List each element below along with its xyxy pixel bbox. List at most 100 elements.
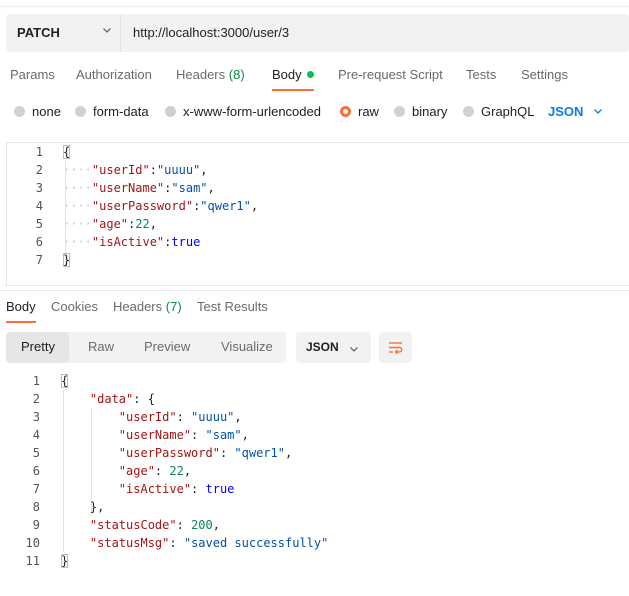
method-select[interactable]: PATCH	[6, 14, 121, 52]
code-token: "age"	[118, 464, 155, 478]
line-number: 5	[32, 446, 40, 460]
tab-label: Tests	[466, 67, 497, 82]
tab-headers[interactable]: Headers (8)	[176, 67, 245, 82]
code-token: "sam"	[171, 181, 208, 195]
code-token: 22	[135, 217, 150, 231]
tab-response-body[interactable]: Body	[6, 299, 36, 314]
code-text: "userName": "sam",	[61, 426, 249, 444]
chevron-down-icon	[349, 342, 359, 357]
top-divider	[0, 0, 629, 7]
response-body-viewer[interactable]: 1 {2 "data": {3 "userId": "uuuu", 4 "userN…	[0, 372, 629, 572]
code-token: ,	[284, 446, 293, 460]
tab-response-headers[interactable]: Headers (7)	[113, 299, 182, 314]
pane-divider[interactable]	[0, 290, 629, 291]
radio-label: GraphQL	[481, 104, 535, 119]
line-number: 10	[25, 536, 40, 550]
body-format-label: JSON	[548, 104, 584, 119]
code-token: "qwer1"	[200, 199, 251, 213]
brace-token: {	[61, 374, 69, 388]
tab-label: Headers	[113, 299, 163, 314]
radio-binary[interactable]: binary	[394, 104, 447, 119]
code-token: :	[191, 428, 206, 442]
radio-selected-icon	[340, 106, 351, 117]
brace-token: }	[63, 253, 71, 267]
chevron-down-icon	[593, 104, 603, 119]
code-token: "statusMsg"	[89, 536, 170, 550]
radio-graphql[interactable]: GraphQL	[463, 104, 534, 119]
tab-cookies[interactable]: Cookies	[51, 299, 98, 314]
code-token: "uuuu"	[156, 163, 201, 177]
line-number: 1	[32, 374, 40, 388]
code-token: "userPassword"	[118, 446, 220, 460]
tab-label: Settings	[521, 67, 568, 82]
code-text: "statusMsg": "saved successfully"	[61, 534, 328, 552]
radio-label: binary	[412, 104, 448, 119]
view-visualize-button[interactable]: Visualize	[221, 339, 273, 354]
radio-raw[interactable]: raw	[340, 104, 379, 119]
tab-label: Test Results	[197, 299, 268, 314]
line-number: 6	[35, 235, 43, 249]
code-token: },	[89, 500, 105, 514]
code-token: :	[149, 163, 157, 177]
code-token: :	[219, 446, 235, 460]
code-text: ····"userId":"uuuu",	[63, 161, 208, 179]
line-number: 2	[32, 392, 40, 406]
view-preview-button[interactable]: Preview	[144, 339, 190, 354]
code-token: :	[176, 410, 192, 424]
tab-label: Headers	[176, 67, 226, 82]
tab-settings[interactable]: Settings	[521, 67, 568, 82]
tab-params[interactable]: Params	[10, 67, 55, 82]
wrap-lines-button[interactable]	[379, 332, 412, 363]
code-text: "userPassword": "qwer1",	[61, 444, 292, 462]
response-format-select[interactable]: JSON	[296, 332, 371, 363]
body-format-select[interactable]: JSON	[548, 104, 603, 119]
headers-count: (8)	[228, 67, 245, 82]
request-body-editor[interactable]: 1{2 ····"userId":"uuuu", 3 ····"userName":"…	[6, 142, 629, 286]
code-text: ····"isActive":true	[63, 233, 200, 251]
tab-label: Params	[10, 67, 55, 82]
request-bar: PATCH http://localhost:3000/user/3	[6, 14, 629, 52]
code-token: ····	[63, 217, 92, 231]
code-token: "userName"	[118, 428, 192, 442]
line-number: 7	[32, 482, 40, 496]
code-token: "uuuu"	[191, 410, 235, 424]
view-raw-button[interactable]: Raw	[88, 339, 114, 354]
tab-label: Body	[272, 67, 302, 82]
radio-form-data[interactable]: form-data	[75, 104, 149, 119]
radio-circle-icon	[14, 106, 25, 117]
radio-circle-icon	[165, 106, 176, 117]
code-token: true	[171, 235, 201, 249]
code-token: ,	[250, 199, 259, 213]
code-text: "isActive": true	[61, 480, 235, 498]
tab-test-results[interactable]: Test Results	[197, 299, 268, 314]
code-token: "isActive"	[91, 235, 165, 249]
code-token: "data"	[89, 392, 134, 406]
radio-x-www-form-urlencoded[interactable]: x-www-form-urlencoded	[165, 104, 321, 119]
tab-pre-request-script[interactable]: Pre-request Script	[338, 67, 443, 82]
tab-authorization[interactable]: Authorization	[76, 67, 152, 82]
code-token: 200	[191, 518, 213, 532]
tab-body[interactable]: Body	[272, 67, 314, 82]
radio-label: form-data	[93, 104, 149, 119]
line-number: 7	[35, 253, 43, 267]
tab-tests[interactable]: Tests	[466, 67, 496, 82]
line-number: 9	[32, 518, 40, 532]
line-number: 4	[35, 199, 43, 213]
url-input[interactable]: http://localhost:3000/user/3	[133, 25, 289, 40]
radio-none[interactable]: none	[14, 104, 61, 119]
code-token: "userPassword"	[91, 199, 194, 213]
code-token: :	[176, 518, 192, 532]
brace-token: }	[61, 554, 69, 568]
tab-label: Authorization	[76, 67, 152, 82]
line-number: 4	[32, 428, 40, 442]
code-token: ,	[207, 181, 215, 195]
code-token: ,	[212, 518, 220, 532]
radio-label: none	[32, 104, 61, 119]
view-mode-selector: Pretty Raw Preview Visualize	[6, 332, 286, 363]
radio-label: x-www-form-urlencoded	[183, 104, 321, 119]
code-token: ····	[63, 199, 92, 213]
